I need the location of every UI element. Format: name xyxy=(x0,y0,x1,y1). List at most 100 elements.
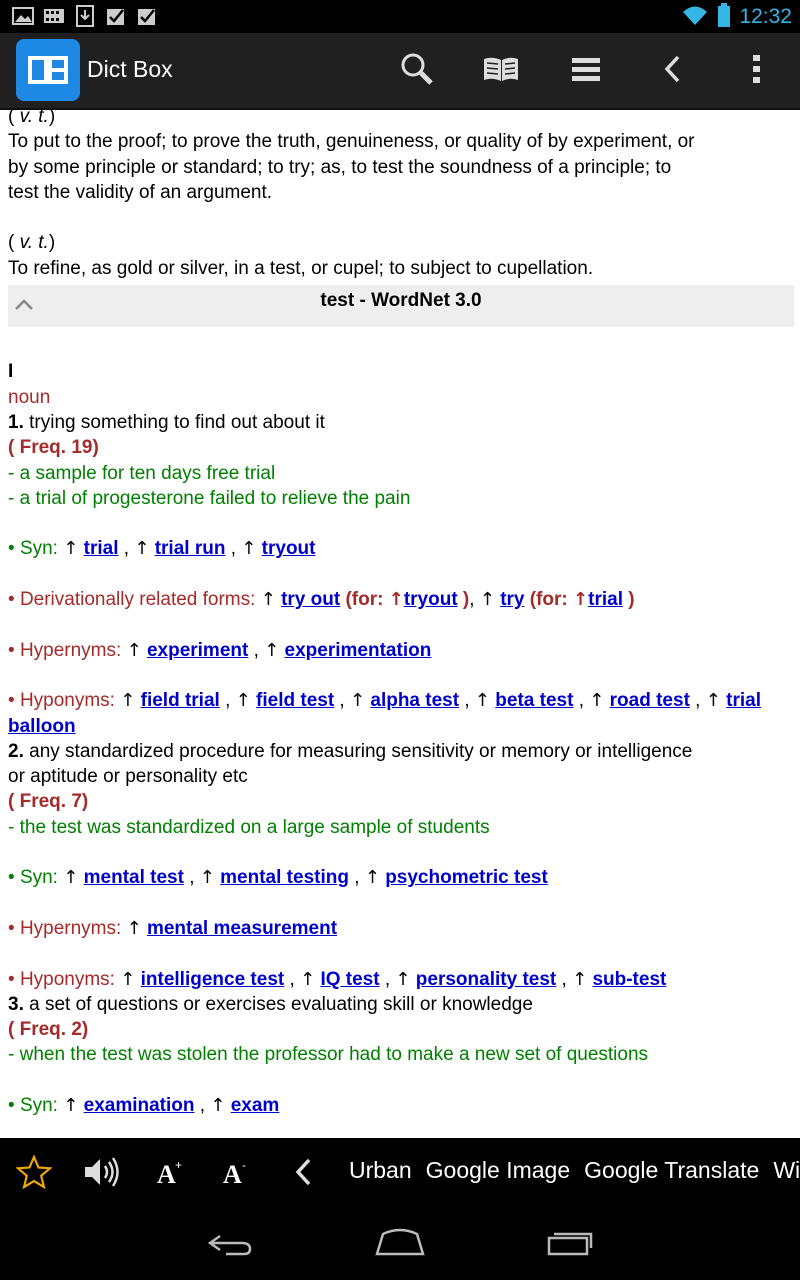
hyponyms-row: • Hyponyms: ↑ field trial , ↑ field test… xyxy=(8,690,761,712)
definition-content[interactable]: ( v. t.) To put to the proof; to prove t… xyxy=(0,110,800,1138)
status-clock: 12:32 xyxy=(739,5,792,28)
synonym-link[interactable]: trial xyxy=(84,538,119,559)
definition-text: test the validity of an argument. xyxy=(8,181,273,203)
chevron-left-icon xyxy=(662,54,682,88)
svg-text:+: + xyxy=(175,1158,182,1172)
chevron-left-icon xyxy=(294,1157,312,1191)
sense-frequency: ( Freq. 7) xyxy=(8,791,89,813)
hyponym-link[interactable]: field test xyxy=(256,690,334,711)
list-button[interactable] xyxy=(566,51,606,91)
home-icon xyxy=(373,1228,427,1260)
sense-gloss: 2. any standardized procedure for measur… xyxy=(8,740,693,762)
synonym-link[interactable]: examination xyxy=(84,1095,195,1116)
overflow-menu-button[interactable] xyxy=(737,51,777,91)
hypernyms-row: • Hypernyms: ↑ experiment , ↑ experiment… xyxy=(8,639,432,661)
download-notification-icon xyxy=(74,5,96,27)
hyponym-link[interactable]: road test xyxy=(610,690,690,711)
synonyms-row: • Syn: ↑ trial , ↑ trial run , ↑ tryout xyxy=(8,538,316,560)
sense-gloss-continued: or aptitude or personality etc xyxy=(8,766,248,788)
hypernym-link[interactable]: experiment xyxy=(147,640,248,661)
definition-text: by some principle or standard; to try; a… xyxy=(8,156,672,178)
synonym-link[interactable]: trial run xyxy=(155,538,226,559)
urban-link[interactable]: Urban xyxy=(349,1157,412,1183)
google-image-link[interactable]: Google Image xyxy=(426,1157,570,1183)
svg-text:-: - xyxy=(242,1158,246,1172)
status-bar: 12:32 xyxy=(0,0,800,33)
synonym-link[interactable]: exam xyxy=(231,1095,280,1116)
hyponym-link[interactable]: IQ test xyxy=(320,969,379,990)
svg-text:A: A xyxy=(223,1160,242,1187)
sense-example: - a sample for ten days free trial xyxy=(8,462,276,484)
font-size-up-icon: A + xyxy=(155,1157,185,1191)
derivations-row: • Derivationally related forms: ↑ try ou… xyxy=(8,589,635,611)
hyponym-link[interactable]: intelligence test xyxy=(141,969,285,990)
section-title: test - WordNet 3.0 xyxy=(320,290,482,312)
action-bar: Dict Box xyxy=(0,33,800,110)
speaker-icon xyxy=(82,1155,122,1193)
star-icon xyxy=(15,1154,53,1193)
sense-example: - a trial of progesterone failed to reli… xyxy=(8,487,411,509)
roman-numeral: I xyxy=(8,361,14,383)
recents-icon xyxy=(545,1228,595,1260)
derivation-for-link[interactable]: tryout xyxy=(404,589,458,610)
wiki-link[interactable]: Wi xyxy=(773,1157,800,1183)
favorite-button[interactable] xyxy=(14,1154,54,1194)
nav-recents-button[interactable] xyxy=(540,1226,600,1262)
synonyms-row: • Syn: ↑ examination , ↑ exam xyxy=(8,1094,280,1116)
hyponym-link[interactable]: field trial xyxy=(141,690,220,711)
font-size-decrease-button[interactable]: A- xyxy=(218,1154,254,1194)
synonym-link[interactable]: psychometric test xyxy=(385,867,548,888)
synonyms-row: • Syn: ↑ mental test , ↑ mental testing … xyxy=(8,867,548,889)
app-title: Dict Box xyxy=(87,56,173,82)
hyponyms-row-continued: balloon xyxy=(8,714,792,739)
google-translate-link[interactable]: Google Translate xyxy=(584,1157,759,1183)
sense-example: - when the test was stolen the professor… xyxy=(8,1044,649,1066)
back-button[interactable] xyxy=(652,51,692,91)
derivation-link[interactable]: try xyxy=(500,589,524,610)
pronounce-button[interactable] xyxy=(80,1154,124,1194)
app-logo[interactable] xyxy=(16,39,80,101)
nav-home-button[interactable] xyxy=(370,1226,430,1262)
derivation-for-link[interactable]: trial xyxy=(588,589,623,610)
hyponym-link[interactable]: sub-test xyxy=(592,969,666,990)
hyponyms-row: • Hyponyms: ↑ intelligence test , ↑ IQ t… xyxy=(8,968,667,990)
bottom-toolbar: A + A- Urban Google Image Google Translate W… xyxy=(0,1138,800,1208)
sense-frequency: ( Freq. 2) xyxy=(8,1019,89,1041)
sense-frequency: ( Freq. 19) xyxy=(8,437,99,459)
list-icon xyxy=(571,56,601,86)
dictionaries-button[interactable] xyxy=(481,51,521,91)
definition-pos: ( v. t.) xyxy=(8,232,56,254)
checkbox-notification-icon xyxy=(136,5,158,27)
synonym-link[interactable]: mental test xyxy=(84,867,184,888)
derivation-link[interactable]: try out xyxy=(281,589,340,610)
gallery-notification-icon xyxy=(12,5,34,27)
definition-text: To refine, as gold or silver, in a test,… xyxy=(8,257,594,279)
font-size-down-icon: A- xyxy=(221,1157,251,1191)
part-of-speech: noun xyxy=(8,386,51,408)
hyponym-link[interactable]: balloon xyxy=(8,716,76,737)
synonym-link[interactable]: mental testing xyxy=(220,867,349,888)
font-size-increase-button[interactable]: A + xyxy=(152,1154,188,1194)
more-vert-icon xyxy=(752,54,762,88)
battery-icon xyxy=(717,3,731,31)
hyponym-link[interactable]: personality test xyxy=(416,969,556,990)
back-arrow-icon xyxy=(206,1228,254,1260)
search-icon xyxy=(400,52,434,90)
system-navigation-bar xyxy=(0,1208,800,1280)
hyponym-link[interactable]: alpha test xyxy=(370,690,459,711)
section-header[interactable]: test - WordNet 3.0 xyxy=(8,285,794,328)
svg-text:A: A xyxy=(157,1160,176,1187)
checkbox-notification-icon xyxy=(105,5,127,27)
scroll-left-button[interactable] xyxy=(288,1154,318,1194)
hypernym-link[interactable]: experimentation xyxy=(285,640,432,661)
book-icon xyxy=(482,55,520,87)
nav-back-button[interactable] xyxy=(200,1226,260,1262)
hypernym-link[interactable]: mental measurement xyxy=(147,918,337,939)
search-button[interactable] xyxy=(397,51,437,91)
hyponym-link[interactable]: trial xyxy=(726,690,761,711)
sense-gloss: 1. trying something to find out about it xyxy=(8,411,325,433)
wifi-icon xyxy=(681,4,709,30)
sense-example: - the test was standardized on a large s… xyxy=(8,816,490,838)
synonym-link[interactable]: tryout xyxy=(262,538,316,559)
hyponym-link[interactable]: beta test xyxy=(495,690,573,711)
